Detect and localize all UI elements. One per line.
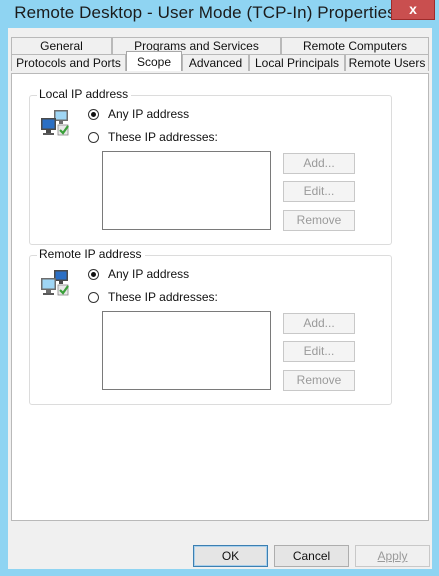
close-button[interactable]: x (391, 0, 435, 20)
remote-ip-group: Remote IP address Any IP address These I… (29, 247, 392, 405)
local-these-ip-label: These IP addresses: (108, 130, 218, 144)
apply-button[interactable]: Apply (355, 545, 430, 567)
remote-these-ip-option[interactable]: These IP addresses: (88, 289, 218, 305)
cancel-button[interactable]: Cancel (274, 545, 349, 567)
title-bar: Remote Desktop - User Mode (TCP-In) Prop… (0, 0, 439, 28)
tab-advanced[interactable]: Advanced (182, 54, 249, 71)
tab-row-top: General Programs and Services Remote Com… (11, 37, 429, 54)
ok-button[interactable]: OK (193, 545, 268, 567)
remote-edit-button[interactable]: Edit... (283, 341, 355, 362)
tab-local-principals[interactable]: Local Principals (249, 54, 345, 71)
remote-ip-list[interactable] (102, 311, 271, 390)
dialog-client-area: General Programs and Services Remote Com… (8, 28, 432, 569)
remote-these-ip-label: These IP addresses: (108, 290, 218, 304)
local-ip-list[interactable] (102, 151, 271, 230)
remote-these-ip-radio[interactable] (88, 291, 99, 303)
remote-remove-button[interactable]: Remove (283, 370, 355, 391)
local-any-ip-label: Any IP address (108, 107, 190, 121)
tab-remote-users[interactable]: Remote Users (345, 54, 429, 71)
local-network-icon (41, 110, 69, 136)
remote-add-button[interactable]: Add... (283, 313, 355, 334)
local-these-ip-radio[interactable] (88, 131, 99, 143)
tab-protocols-and-ports[interactable]: Protocols and Ports (11, 54, 126, 71)
local-ip-legend: Local IP address (37, 87, 132, 101)
tab-row-bottom: Protocols and Ports Scope Advanced Local… (11, 51, 429, 71)
tab-scope[interactable]: Scope (126, 51, 182, 71)
tab-general[interactable]: General (11, 37, 112, 54)
remote-any-ip-option[interactable]: Any IP address (88, 266, 189, 282)
local-edit-button[interactable]: Edit... (283, 181, 355, 202)
remote-network-icon (41, 270, 69, 296)
local-these-ip-option[interactable]: These IP addresses: (88, 129, 218, 145)
scope-tab-page: Local IP address Any IP address These IP… (11, 73, 429, 521)
remote-any-ip-radio[interactable] (88, 268, 99, 280)
window-title: Remote Desktop - User Mode (TCP-In) Prop… (14, 3, 396, 22)
remote-ip-legend: Remote IP address (37, 247, 145, 261)
local-ip-group: Local IP address Any IP address These IP… (29, 87, 392, 245)
remote-any-ip-label: Any IP address (108, 267, 190, 281)
local-remove-button[interactable]: Remove (283, 210, 355, 231)
local-any-ip-option[interactable]: Any IP address (88, 106, 189, 122)
local-any-ip-radio[interactable] (88, 108, 99, 120)
tab-remote-computers[interactable]: Remote Computers (281, 37, 429, 54)
properties-dialog: Remote Desktop - User Mode (TCP-In) Prop… (0, 0, 439, 576)
local-add-button[interactable]: Add... (283, 153, 355, 174)
